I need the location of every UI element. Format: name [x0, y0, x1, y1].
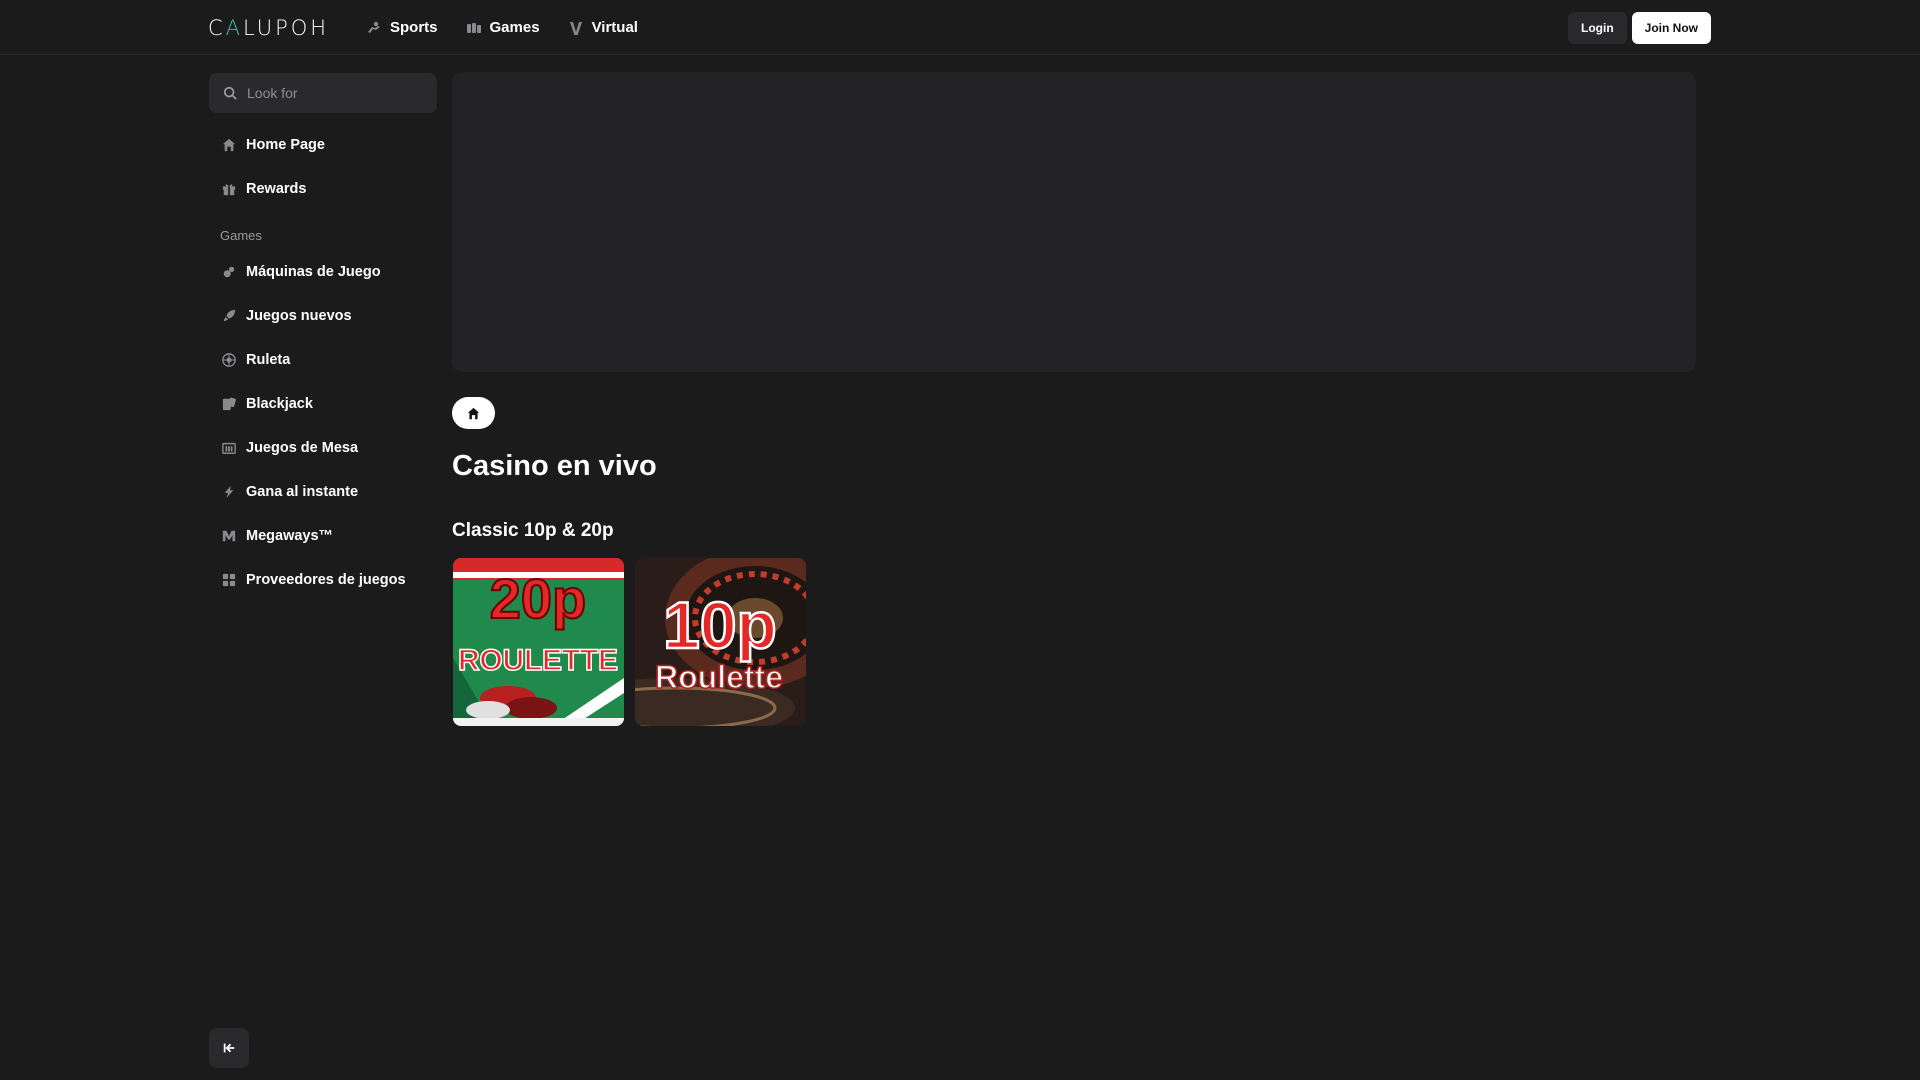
- game-title-line2: Roulette: [655, 659, 783, 695]
- breadcrumb-home[interactable]: [452, 397, 495, 429]
- search-icon: [223, 86, 237, 100]
- nav-sports[interactable]: Sports: [366, 19, 438, 36]
- sidebar-item-maquinas-de-juego[interactable]: Máquinas de Juego: [222, 258, 381, 286]
- sidebar-item-juegos-nuevos[interactable]: Juegos nuevos: [222, 302, 352, 330]
- game-tile-10p-roulette[interactable]: 10p Roulette: [635, 558, 806, 726]
- collapse-left-icon: [223, 1043, 235, 1053]
- collapse-sidebar-button[interactable]: [209, 1028, 249, 1068]
- login-button[interactable]: Login: [1568, 12, 1627, 44]
- sidebar-item-home-page[interactable]: Home Page: [222, 131, 325, 159]
- sidebar-item-label: Rewards: [246, 181, 307, 197]
- lightning-icon: [224, 485, 234, 499]
- section-title: Classic 10p & 20p: [452, 520, 614, 541]
- logo-text-start: C: [208, 16, 226, 40]
- games-icon: [466, 22, 481, 33]
- home-icon: [467, 407, 480, 419]
- sidebar-item-proveedores-de-juegos[interactable]: Proveedores de juegos: [222, 566, 406, 594]
- sports-icon: [368, 21, 380, 33]
- nav-games-label: Games: [489, 19, 540, 36]
- game-title-line2: ROULETTE: [458, 644, 618, 677]
- game-thumbnail: 10p Roulette: [635, 558, 806, 726]
- grid-icon: [222, 573, 236, 587]
- nav-games[interactable]: Games: [466, 19, 540, 36]
- sidebar-item-rewards[interactable]: Rewards: [222, 175, 306, 203]
- sidebar-item-label: Blackjack: [246, 396, 313, 412]
- auth-buttons: Login Join Now: [1568, 12, 1711, 44]
- nav-virtual[interactable]: Virtual: [568, 19, 638, 36]
- roulette-icon: [222, 353, 236, 367]
- sidebar-item-gana-al-instante[interactable]: Gana al instante: [222, 478, 358, 506]
- megaways-icon: [222, 530, 236, 542]
- cards-icon: [222, 397, 236, 411]
- game-title-line1: 20p: [490, 567, 587, 630]
- page-title: Casino en vivo: [452, 450, 657, 482]
- home-icon: [222, 138, 236, 152]
- join-now-button[interactable]: Join Now: [1631, 12, 1711, 44]
- game-title-line1: 10p: [663, 588, 777, 662]
- sidebar-item-blackjack[interactable]: Blackjack: [222, 390, 313, 418]
- table-games-icon: [222, 442, 236, 454]
- sidebar-item-ruleta[interactable]: Ruleta: [222, 346, 290, 374]
- logo[interactable]: CALUPOH: [208, 16, 329, 40]
- gift-icon: [222, 184, 236, 196]
- nav-virtual-label: Virtual: [591, 19, 638, 36]
- sidebar-item-label: Juegos de Mesa: [246, 440, 359, 456]
- games-section-heading: Games: [220, 228, 262, 243]
- search-input[interactable]: [245, 84, 429, 102]
- promo-banner[interactable]: [452, 72, 1696, 372]
- nav-sports-label: Sports: [390, 19, 438, 36]
- sidebar-item-label: Ruleta: [246, 352, 291, 368]
- slot-machine-icon: [223, 266, 235, 278]
- virtual-icon: [569, 21, 582, 35]
- sidebar-item-label: Megaways™: [246, 528, 334, 544]
- top-bar: CALUPOH Sports Games Virtual Login Join …: [0, 0, 1920, 55]
- sidebar-item-label: Proveedores de juegos: [246, 572, 406, 588]
- search-box[interactable]: [209, 73, 437, 113]
- sidebar-item-juegos-de-mesa[interactable]: Juegos de Mesa: [222, 434, 358, 462]
- sidebar-item-label: Gana al instante: [246, 484, 359, 500]
- sidebar-item-label: Home Page: [246, 137, 325, 153]
- sidebar-item-label: Máquinas de Juego: [246, 264, 381, 280]
- rocket-icon: [223, 309, 236, 322]
- sidebar-item-megaways[interactable]: Megaways™: [222, 522, 333, 550]
- sidebar-item-label: Juegos nuevos: [246, 308, 352, 324]
- game-thumbnail: 20p ROULETTE: [453, 558, 624, 726]
- game-tile-20p-roulette[interactable]: 20p ROULETTE: [453, 558, 624, 726]
- logo-text-end: LUPOH: [243, 16, 330, 40]
- main-nav: Sports Games Virtual: [366, 0, 638, 55]
- logo-text-accent: A: [225, 16, 244, 40]
